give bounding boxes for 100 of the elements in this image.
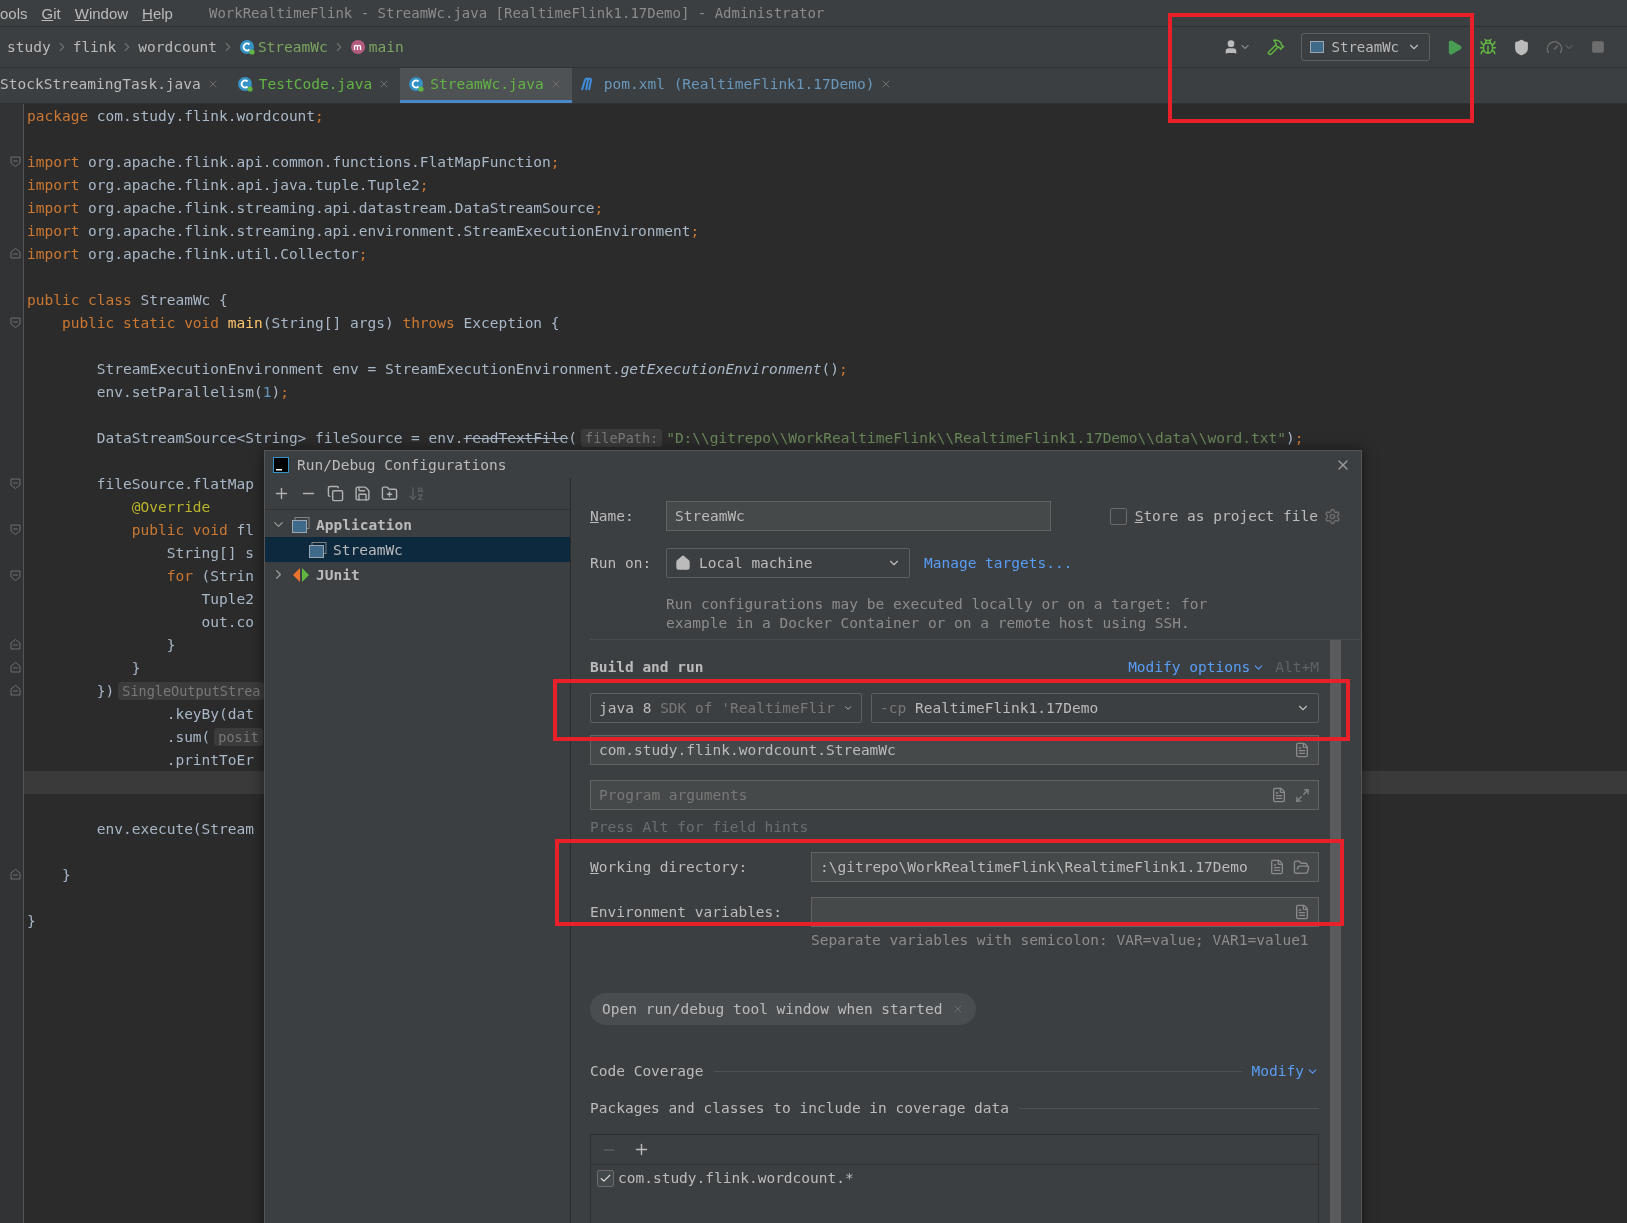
tree-item[interactable]: Application (265, 512, 570, 537)
editor-tab[interactable]: StockStreamingTask.java (0, 68, 229, 103)
code-line: package com.study.flink.wordcount; (27, 107, 324, 124)
class-icon (408, 76, 425, 92)
jdk-dropdown[interactable]: java 8 SDK of 'RealtimeFlir (590, 693, 862, 723)
class-icon (236, 76, 253, 92)
editor-tab[interactable]: pom.xml (RealtimeFlink1.17Demo) (571, 68, 903, 103)
fold-marker-icon[interactable] (10, 570, 21, 581)
checkbox-label: Store as project file (1134, 508, 1318, 524)
save-icon[interactable] (354, 485, 371, 502)
document-icon[interactable] (1271, 787, 1287, 803)
run-target-dropdown[interactable]: Local machine (666, 548, 910, 578)
scrollbar[interactable] (1330, 640, 1341, 1223)
editor-tab[interactable]: TestCode.java (228, 68, 401, 103)
code-line: .sum( posit (27, 728, 267, 745)
fold-marker-icon[interactable] (10, 685, 21, 696)
window-title: WorkRealtimeFlink - StreamWc.java [RealtimeFlink1.17Demo] - Administrator (208, 5, 825, 21)
menu-item[interactable]: ools (0, 4, 28, 22)
working-directory-label: Working directory: (590, 859, 749, 875)
copy-icon[interactable] (327, 485, 344, 502)
help-text: Run configurations may be executed locally or on a target: for example in a Docker Container or on a remote host using SSH. (666, 595, 1209, 633)
breadcrumb-item[interactable]: flink (72, 39, 117, 55)
menu-item[interactable]: Window (74, 4, 129, 22)
method-icon (349, 39, 366, 55)
checkbox[interactable] (597, 1169, 614, 1187)
name-field[interactable]: StreamWc (666, 501, 1051, 531)
tree-item[interactable]: StreamWc (265, 537, 570, 562)
add-icon[interactable] (273, 485, 290, 502)
fold-marker-icon[interactable] (10, 156, 21, 167)
document-icon[interactable] (1294, 904, 1310, 920)
code-line: for (Strin (165, 567, 254, 584)
document-icon[interactable] (1294, 742, 1310, 758)
run-on-label: Run on: (590, 555, 653, 571)
breadcrumb-item[interactable]: wordcount (138, 39, 217, 55)
section-title: Packages and classes to include in coverage data (590, 1100, 1010, 1116)
menu-item[interactable]: Git (41, 4, 61, 22)
section-title: Code Coverage (590, 1063, 704, 1079)
stop-icon (1591, 40, 1605, 54)
run-configuration-dropdown[interactable]: StreamWc (1300, 33, 1430, 61)
dialog-title: Run/Debug Configurations (297, 456, 507, 473)
fold-marker-icon[interactable] (10, 248, 21, 259)
fold-marker-icon[interactable] (10, 639, 21, 650)
class-icon (238, 39, 255, 55)
breadcrumb-item[interactable]: main (368, 39, 404, 55)
code-line: import org.apache.flink.api.java.tuple.Tuple2; (27, 176, 429, 193)
bug-icon (1479, 38, 1497, 56)
gauge-icon (1546, 38, 1563, 56)
code-line: import org.apache.flink.streaming.api.environment.StreamExecutionEnvironment; (27, 222, 700, 239)
tree-item[interactable]: JUnit (265, 562, 570, 587)
checkbox[interactable] (1109, 507, 1127, 525)
code-line: } (27, 912, 36, 929)
new-folder-icon[interactable] (381, 485, 398, 502)
code-line: Tuple2 (200, 590, 254, 607)
code-line: .printToEr (165, 751, 254, 768)
code-line: fileSource.flatMap (95, 475, 254, 492)
folder-icon[interactable] (1293, 858, 1310, 876)
window-icon (1309, 41, 1324, 53)
working-directory-field[interactable]: :\gitrepo\WorkRealtimeFlink\RealtimeFlink1.17Demo (811, 852, 1319, 882)
play-icon (1446, 38, 1463, 56)
document-icon[interactable] (1269, 859, 1285, 875)
junit-icon (292, 566, 310, 583)
window-icon (309, 541, 327, 558)
code-line: out.co (200, 613, 254, 630)
code-line: public static void main(String[] args) throws Exception { (60, 314, 560, 331)
code-line: DataStreamSource<String> fileSource = env.readTextFile( filePath: "D:\\gitrepo\\WorkRealtimeFlink\\RealtimeFlink1.17Demo\\data\\word.txt"); (95, 429, 1304, 446)
code-line: env.execute(Stream (95, 820, 254, 837)
fold-marker-icon[interactable] (10, 662, 21, 673)
editor-tab[interactable]: StreamWc.java (400, 68, 572, 103)
hammer-icon (1266, 38, 1285, 56)
breadcrumb-item[interactable]: study (7, 39, 51, 55)
shield-icon (1513, 38, 1530, 56)
manage-targets-link[interactable]: Manage targets... (924, 555, 1073, 571)
code-line: } (60, 866, 71, 883)
code-line: env.setParallelism(1); (95, 383, 289, 400)
code-line: } (130, 659, 141, 676)
fold-marker-icon[interactable] (10, 478, 21, 489)
code-line: public void fl (130, 521, 254, 538)
code-line: import org.apache.flink.util.Collector; (27, 245, 368, 262)
name-label: Name: (590, 508, 635, 524)
home-icon (675, 555, 691, 571)
fold-marker-icon[interactable] (10, 524, 21, 535)
fold-marker-icon[interactable] (10, 317, 21, 328)
environment-variables-label: Environment variables: (590, 904, 784, 920)
classpath-dropdown[interactable]: -cp RealtimeFlink1.17Demo (871, 693, 1319, 723)
option-chip[interactable]: Open run/debug tool window when started (590, 993, 977, 1025)
code-line: StreamExecutionEnvironment env = StreamExecutionEnvironment.getExecutionEnvironment(); (95, 360, 848, 377)
breadcrumb-item[interactable]: StreamWc (257, 39, 328, 55)
fold-marker-icon[interactable] (10, 869, 21, 880)
code-line: import org.apache.flink.api.common.functions.FlatMapFunction; (27, 153, 560, 170)
modify-options-link[interactable]: Modify options (1128, 659, 1266, 675)
section-title: Build and run (590, 659, 704, 675)
code-line: .keyBy(dat (165, 705, 254, 722)
expand-icon[interactable] (1295, 787, 1310, 803)
modify-link[interactable]: Modify (1251, 1063, 1319, 1079)
menu-item[interactable]: Help (142, 4, 173, 22)
settings-icon[interactable] (1324, 507, 1341, 525)
pattern-label: com.study.flink.wordcount.* (618, 1170, 854, 1186)
code-line: } (165, 636, 176, 653)
add-icon[interactable] (633, 1141, 650, 1158)
field-hint: Separate variables with semicolon: VAR=value; VAR1=value1 (811, 932, 1309, 948)
